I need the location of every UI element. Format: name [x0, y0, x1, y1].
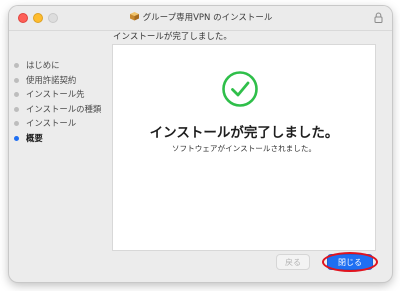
completion-heading: インストールが完了しました。	[149, 125, 339, 141]
step-label: インストール	[26, 118, 77, 128]
step-destination: インストール先	[12, 87, 122, 102]
step-label: 使用許諾契約	[26, 74, 77, 85]
step-bullet-active	[14, 135, 19, 141]
step-bullet	[14, 106, 19, 112]
title-bar: グループ専用VPN のインストール	[9, 6, 392, 31]
step-summary: 概要	[12, 131, 122, 146]
content-panel: インストールが完了しました。 ソフトウェアがインストールされました。	[112, 44, 376, 251]
close-button[interactable]: 閉じる	[327, 254, 373, 270]
step-bullet	[14, 92, 19, 97]
step-label: はじめに	[26, 60, 60, 70]
step-installation-type: インストールの種類	[12, 102, 122, 117]
checkmark-circle-icon	[222, 71, 258, 107]
lock-icon	[374, 12, 383, 23]
step-label: インストール先	[26, 89, 85, 99]
step-label: 概要	[26, 132, 43, 143]
step-introduction: はじめに	[12, 58, 122, 73]
step-bullet	[14, 63, 19, 68]
step-bullet	[14, 77, 19, 83]
installer-steps: はじめに 使用許諾契約 インストール先 インストールの種類 インストール 概要	[12, 58, 122, 145]
window-title-text: グループ専用VPN のインストール	[142, 13, 273, 23]
back-button[interactable]: 戻る	[276, 254, 310, 270]
step-bullet	[14, 121, 19, 126]
completion-message: ソフトウェアがインストールされました。	[171, 144, 317, 153]
step-label: インストールの種類	[26, 103, 102, 114]
window-title: グループ専用VPN のインストール	[9, 11, 392, 25]
package-icon	[129, 12, 139, 21]
step-license: 使用許諾契約	[12, 73, 122, 88]
step-header: インストールが完了しました。	[113, 32, 232, 42]
step-install: インストール	[12, 116, 122, 131]
